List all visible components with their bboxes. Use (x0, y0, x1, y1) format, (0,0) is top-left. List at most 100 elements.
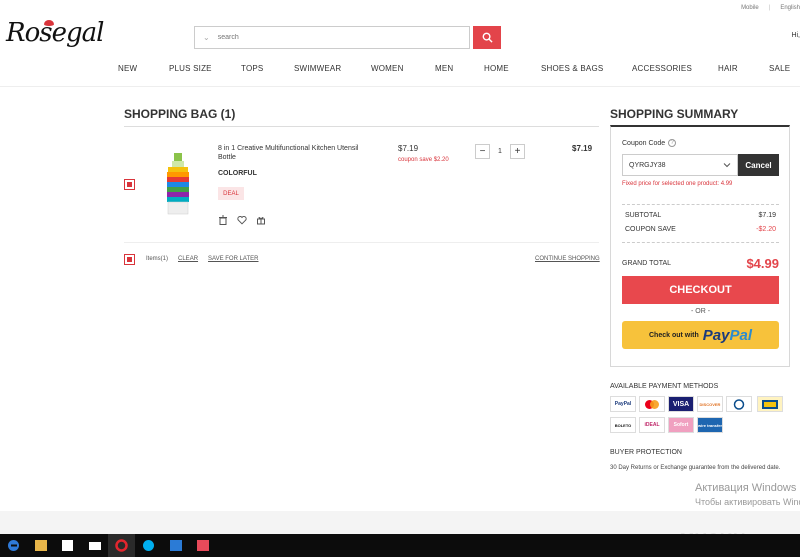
coupon-save-row: COUPON SAVE -$2.20 (625, 226, 776, 233)
windows-taskbar (0, 534, 800, 557)
nav-item-swimwear[interactable]: SWIMWEAR (294, 64, 341, 73)
search-button[interactable] (473, 26, 501, 49)
checkbox-mark (127, 182, 132, 187)
divider (124, 126, 599, 127)
divider (622, 242, 779, 243)
product-color: COLORFUL (218, 170, 257, 177)
paypal-icon: PayPal (610, 396, 636, 412)
mastercard-icon (639, 396, 665, 412)
search-icon (482, 32, 493, 43)
mail-icon[interactable] (81, 534, 108, 557)
site-logo[interactable]: Rosegal (6, 18, 111, 52)
chevron-down-icon[interactable]: ⌄ (203, 33, 210, 42)
ideal-icon: iDEAL (639, 417, 665, 433)
coupon-label-text: Coupon Code (622, 139, 666, 147)
summary-title: SHOPPING SUMMARY (610, 107, 739, 121)
payment-methods-title: AVAILABLE PAYMENT METHODS (610, 383, 719, 390)
nav-item-men[interactable]: MEN (435, 64, 453, 73)
sofort-icon: Sofort (668, 417, 694, 433)
nav-item-plus-size[interactable]: PLUS SIZE (169, 64, 212, 73)
heart-icon[interactable] (237, 215, 247, 225)
increase-button[interactable]: + (510, 144, 525, 159)
coupon-save-note: coupon save $2.20 (398, 157, 449, 163)
product-name[interactable]: 8 in 1 Creative Multifunctional Kitchen … (218, 144, 368, 162)
mobile-link[interactable]: Mobile (741, 5, 759, 11)
coupon-value: QYRGJY38 (629, 161, 666, 169)
account-greeting[interactable]: Hi, (791, 32, 800, 39)
opera-icon[interactable] (108, 534, 135, 557)
divider: | (768, 5, 771, 11)
paypal-logo-pay: Pay (702, 326, 730, 344)
activation-subtitle: Чтобы активировать Windo (695, 497, 800, 507)
paypal-checkout-button[interactable]: Check out with Pay Pal (622, 321, 779, 349)
grand-total-row: GRAND TOTAL $4.99 (622, 256, 779, 271)
coupon-save-value: -$2.20 (756, 226, 776, 233)
buyer-protection-text: 30 Day Returns or Exchange guarantee fro… (610, 465, 781, 471)
quantity-value[interactable]: 1 (490, 148, 510, 155)
nav-item-tops[interactable]: TOPS (241, 64, 263, 73)
checkout-button[interactable]: CHECKOUT (622, 276, 779, 304)
app-icon[interactable] (162, 534, 189, 557)
main-nav: NEW PLUS SIZE TOPS SWIMWEAR WOMEN MEN HO… (0, 64, 800, 78)
coupon-select[interactable]: QYRGJY38 (622, 154, 738, 176)
boleto-icon (757, 396, 783, 412)
checkbox-mark (127, 257, 132, 262)
app-icon[interactable] (189, 534, 216, 557)
decrease-button[interactable]: − (475, 144, 490, 159)
search-field[interactable]: ⌄ (194, 26, 470, 49)
nav-item-women[interactable]: WOMEN (371, 64, 404, 73)
windows-activation-watermark: Активация Windows Чтобы активировать Win… (695, 481, 800, 509)
grand-total-label: GRAND TOTAL (622, 260, 672, 267)
clear-link[interactable]: CLEAR (178, 256, 198, 262)
nav-item-new[interactable]: NEW (118, 64, 137, 73)
help-icon[interactable]: ? (668, 139, 677, 147)
file-explorer-icon[interactable] (27, 534, 54, 557)
bag-footer: Items(1) CLEAR SAVE FOR LATER (146, 256, 259, 262)
bag-title: SHOPPING BAG (1) (124, 107, 236, 121)
nav-item-hair[interactable]: HAIR (718, 64, 738, 73)
nav-item-shoes-bags[interactable]: SHOES & BAGS (541, 64, 603, 73)
cancel-coupon-button[interactable]: Cancel (738, 154, 779, 176)
diners-icon (726, 396, 752, 412)
logo-mark (44, 20, 54, 26)
coupon-note: Fixed price for selected one product: 4.… (622, 181, 733, 187)
paypal-prefix: Check out with (649, 331, 699, 339)
line-total: $7.19 (572, 144, 593, 153)
utility-bar: Mobile | English (741, 5, 800, 11)
trash-icon[interactable] (218, 215, 228, 225)
edge-icon[interactable] (0, 534, 27, 557)
items-count: Items(1) (146, 256, 169, 262)
paypal-logo-pal: Pal (729, 326, 752, 344)
search-input[interactable] (217, 34, 448, 41)
subtotal-label: SUBTOTAL (625, 212, 662, 219)
buyer-protection-title: BUYER PROTECTION (610, 449, 682, 456)
grand-total-value: $4.99 (746, 256, 779, 271)
activation-title: Активация Windows (695, 482, 797, 494)
item-checkbox[interactable] (124, 179, 135, 190)
coupon-label: Coupon Code ? (622, 139, 677, 147)
coupon-save-label: COUPON SAVE (625, 226, 676, 233)
skype-icon[interactable] (135, 534, 162, 557)
nav-item-home[interactable]: HOME (484, 64, 509, 73)
deal-badge: DEAL (218, 187, 244, 200)
discover-icon: DISCOVER (697, 396, 723, 412)
quantity-stepper: − 1 + (475, 144, 525, 159)
item-actions (218, 215, 266, 225)
nav-item-sale[interactable]: SALE (769, 64, 790, 73)
product-image[interactable] (160, 153, 196, 216)
language-link[interactable]: English (780, 5, 800, 11)
or-divider: - OR - (690, 308, 711, 315)
gift-icon[interactable] (256, 215, 266, 225)
continue-shopping-link[interactable]: CONTINUE SHOPPING (535, 256, 600, 262)
select-all-checkbox[interactable] (124, 254, 135, 265)
divider (622, 204, 779, 205)
divider (0, 86, 800, 87)
wire-transfer-icon: wire transfer (697, 417, 723, 433)
store-icon[interactable] (54, 534, 81, 557)
unit-price: $7.19 (398, 144, 419, 153)
chevron-down-icon (723, 163, 731, 168)
visa-icon: VISA (668, 396, 694, 412)
save-for-later-link[interactable]: SAVE FOR LATER (208, 256, 258, 262)
subtotal-row: SUBTOTAL $7.19 (625, 212, 776, 219)
nav-item-accessories[interactable]: ACCESSORIES (632, 64, 692, 73)
